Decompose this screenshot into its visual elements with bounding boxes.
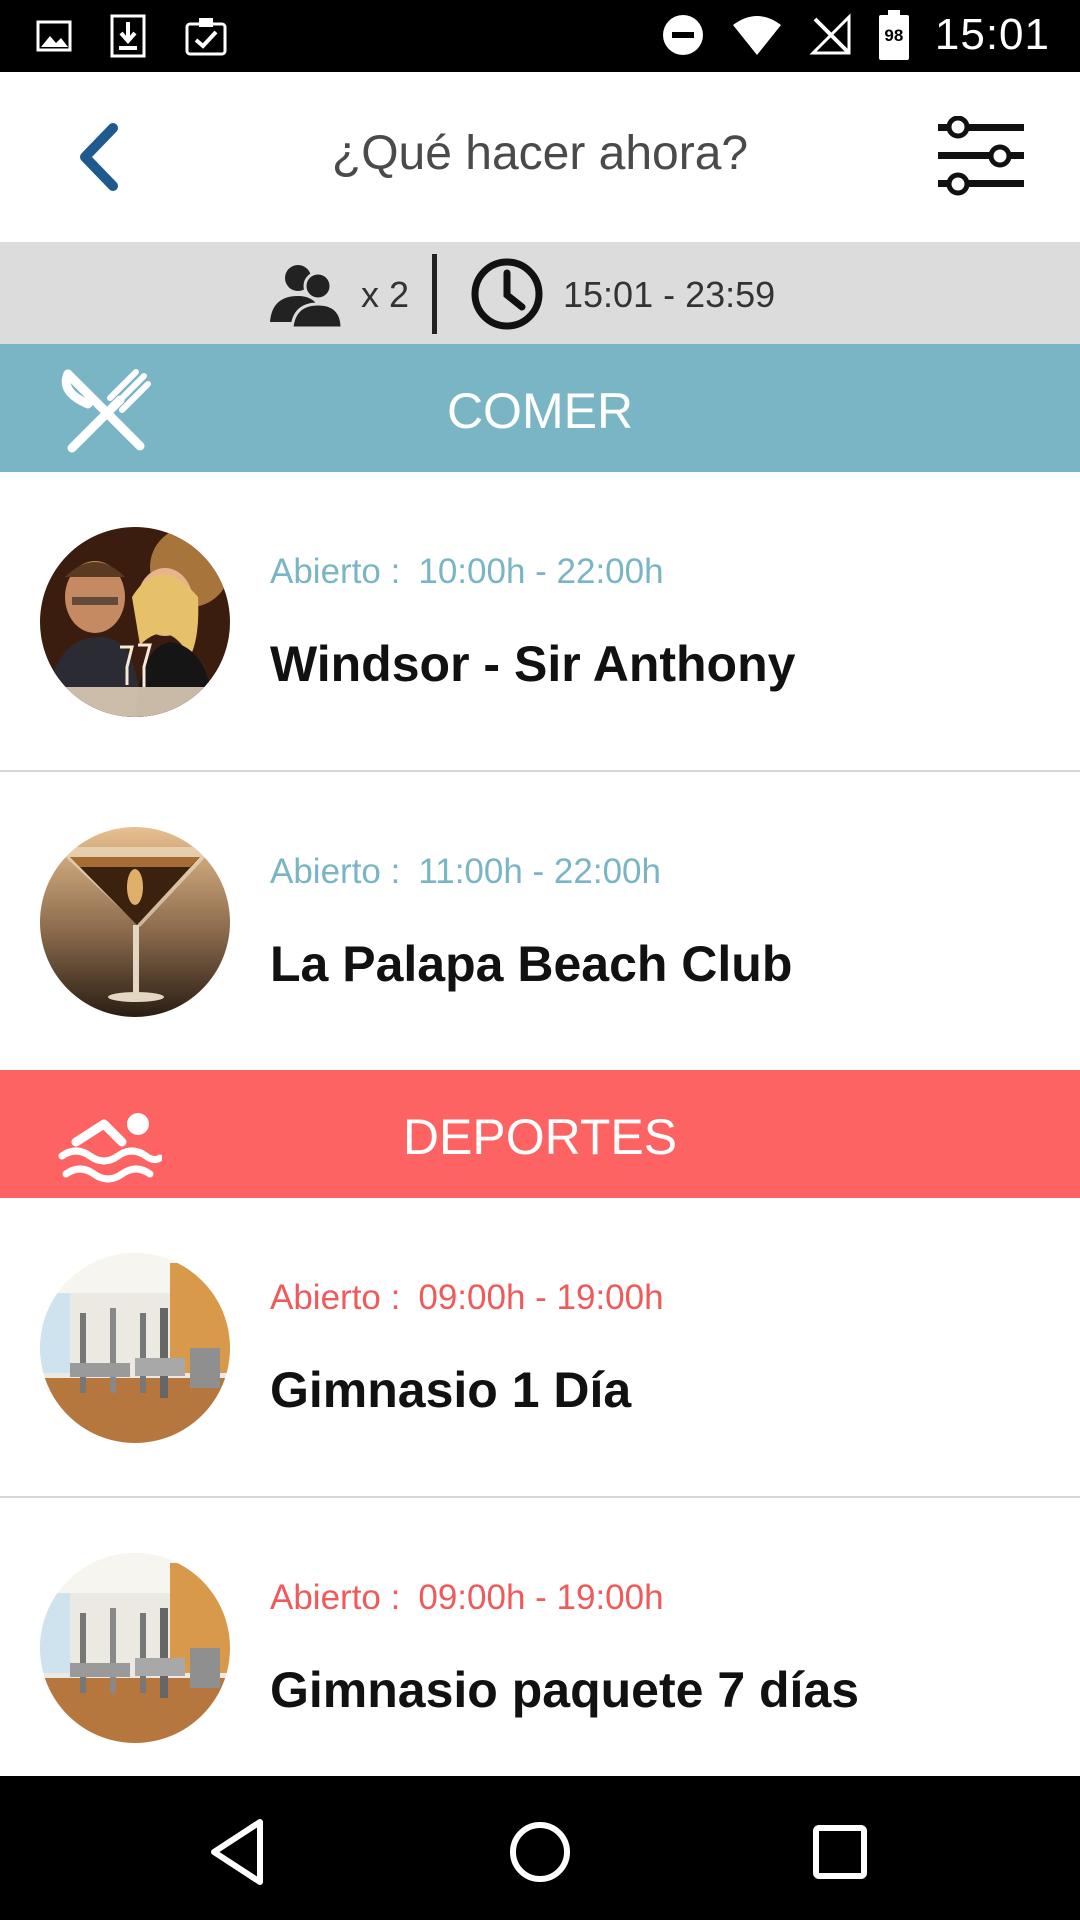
opening-hours: Abierto : 09:00h - 19:00h	[270, 1578, 664, 1618]
venue-name: Gimnasio 1 Día	[270, 1362, 632, 1418]
hours-value: 10:00h - 22:00h	[418, 552, 664, 591]
list-item[interactable]: Abierto : 09:00h - 19:00h Gimnasio paquet…	[0, 1498, 1080, 1798]
section-header-deportes: DEPORTES	[0, 1070, 1080, 1198]
list-item[interactable]: Abierto : 09:00h - 19:00h Gimnasio 1 Día	[0, 1198, 1080, 1498]
guest-count: x 2	[361, 274, 410, 315]
image-icon	[36, 20, 72, 52]
hours-label: Abierto :	[270, 1578, 401, 1617]
venue-name: La Palapa Beach Club	[270, 936, 793, 992]
hours-value: 09:00h - 19:00h	[418, 1578, 664, 1617]
hours-value: 09:00h - 19:00h	[418, 1278, 664, 1317]
venue-name: Gimnasio paquete 7 días	[270, 1662, 860, 1718]
nav-back-button[interactable]	[200, 1812, 280, 1892]
search-summary-bar[interactable]: x 2 15:01 - 23:59	[0, 242, 1080, 344]
hours-label: Abierto :	[270, 1278, 401, 1317]
battery-icon: 98	[878, 10, 909, 60]
do-not-disturb-icon	[662, 15, 703, 55]
opening-hours: Abierto : 11:00h - 22:00h	[270, 852, 661, 892]
nav-recents-button[interactable]	[800, 1812, 880, 1892]
cocktail-photo	[40, 827, 230, 1017]
sliders-icon	[938, 115, 1024, 196]
opening-hours: Abierto : 10:00h - 22:00h	[270, 552, 664, 592]
section-title: COMER	[446, 383, 634, 439]
hours-value: 11:00h - 22:00h	[418, 852, 661, 891]
recents-square-icon	[813, 1825, 867, 1879]
hours-label: Abierto :	[270, 852, 401, 891]
gym-photo	[40, 1253, 230, 1443]
download-icon	[110, 14, 146, 58]
venue-name: Windsor - Sir Anthony	[270, 636, 796, 692]
battery-level: 98	[884, 26, 904, 45]
no-signal-icon	[809, 13, 851, 55]
clipboard-check-icon	[185, 18, 227, 56]
time-range: 15:01 - 23:59	[563, 274, 776, 315]
opening-hours: Abierto : 09:00h - 19:00h	[270, 1278, 664, 1318]
home-circle-icon	[510, 1822, 570, 1882]
people-icon	[270, 265, 344, 328]
wifi-icon	[732, 16, 781, 55]
nav-home-button[interactable]	[500, 1812, 580, 1892]
gym-photo	[40, 1553, 230, 1743]
divider	[432, 254, 437, 334]
list-item[interactable]: Abierto : 10:00h - 22:00h Windsor - Sir A…	[0, 472, 1080, 772]
list-item[interactable]: Abierto : 11:00h - 22:00h La Palapa Beach…	[0, 772, 1080, 1072]
couple-dining-photo	[40, 527, 230, 717]
clock-icon	[471, 258, 543, 330]
page-title: ¿Qué hacer ahora?	[331, 127, 749, 180]
back-triangle-icon	[211, 1819, 263, 1885]
app-bar: ¿Qué hacer ahora?	[0, 72, 1080, 242]
section-header-comer: COMER	[0, 344, 1080, 472]
status-bar: 98 15:01	[0, 0, 1080, 72]
hours-label: Abierto :	[270, 552, 401, 591]
clock-time: 15:01	[934, 10, 1050, 59]
system-nav-bar	[0, 1776, 1080, 1920]
filter-button[interactable]	[936, 115, 1026, 196]
section-title: DEPORTES	[402, 1109, 678, 1165]
